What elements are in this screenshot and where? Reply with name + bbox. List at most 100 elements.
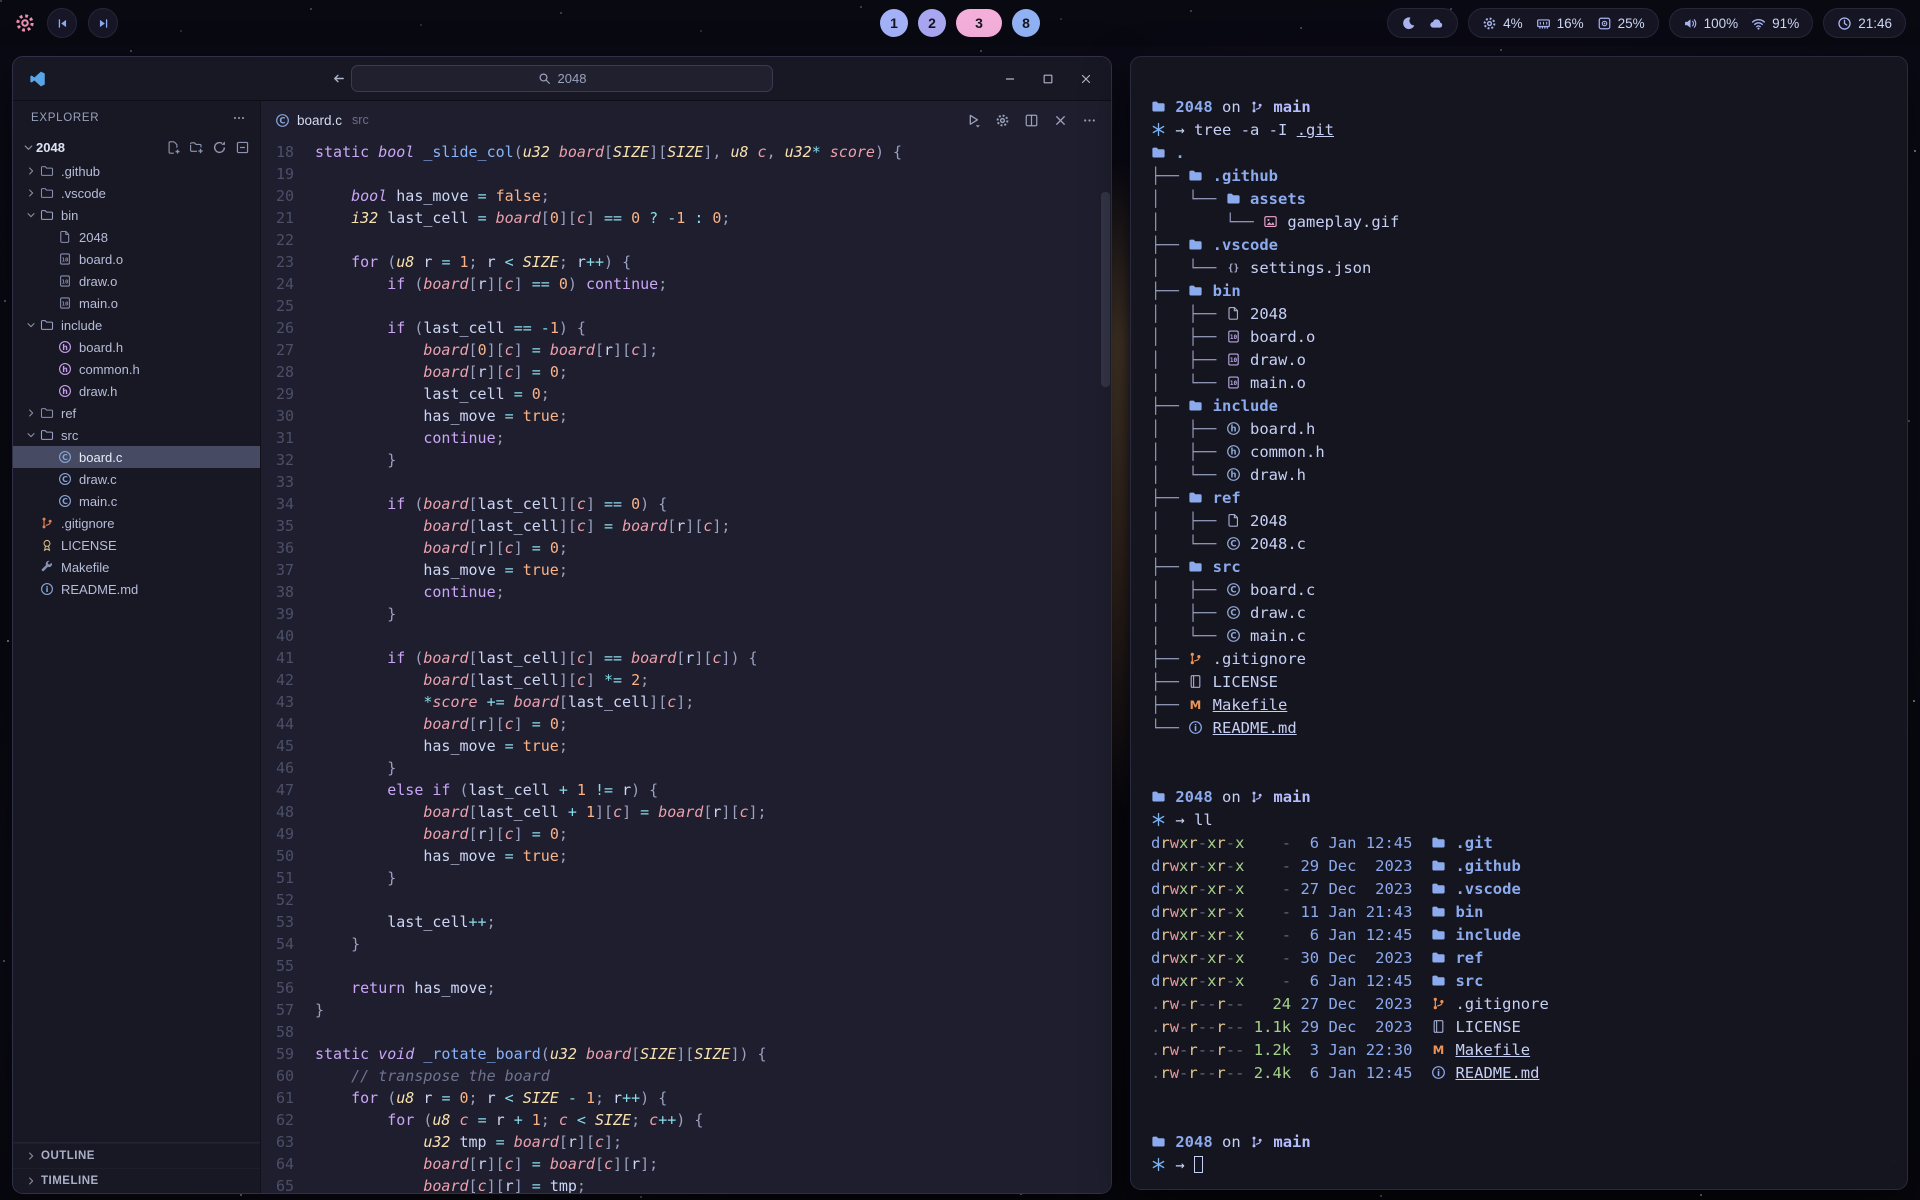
code-editor[interactable]: 18static bool _slide_col(u32 board[SIZE]… <box>261 139 1111 1193</box>
tab-filename[interactable]: board.c <box>297 113 342 128</box>
folder-open-icon <box>40 208 54 222</box>
folder-icon <box>1188 283 1203 298</box>
gear-button[interactable] <box>995 113 1010 128</box>
refresh-button[interactable] <box>212 140 227 155</box>
workspace-1[interactable]: 1 <box>880 9 908 37</box>
explorer-item-.gitignore[interactable]: .gitignore <box>13 512 260 534</box>
image-icon <box>1263 214 1278 229</box>
collapse-all-button[interactable] <box>235 140 250 155</box>
svg-text:h: h <box>62 365 68 374</box>
file-row: .rw-r--r-- 2.4k 6 Jan 12:45 i README.md <box>1151 1062 1887 1085</box>
explorer-item-board.h[interactable]: hboard.h <box>13 336 260 358</box>
explorer-item-LICENSE[interactable]: LICENSE <box>13 534 260 556</box>
item-label: common.h <box>79 362 140 377</box>
svg-text:C: C <box>62 475 68 484</box>
explorer-item-common.h[interactable]: h common.h <box>13 358 260 380</box>
explorer-sidebar: EXPLORER 2048 .github.vscodebin204810boa… <box>13 101 261 1193</box>
editor-actions <box>966 113 1097 128</box>
binary-icon: 10 <box>1226 329 1241 344</box>
folder-icon <box>40 186 54 200</box>
folder-icon <box>1431 927 1446 942</box>
scrollbar-thumb[interactable] <box>1101 192 1110 387</box>
new-file-icon <box>166 140 181 155</box>
run-button[interactable] <box>966 113 981 128</box>
editor-scrollbar[interactable] <box>1101 185 1110 1190</box>
folder-icon <box>1431 904 1446 919</box>
split-editor-button[interactable] <box>1024 113 1039 128</box>
panel-timeline[interactable]: TIMELINE <box>13 1168 260 1193</box>
workspace-2[interactable]: 2 <box>918 9 946 37</box>
explorer-item-.vscode[interactable]: .vscode <box>13 182 260 204</box>
refresh-icon <box>212 140 227 155</box>
explorer-item-main.o[interactable]: 10main.o <box>13 292 260 314</box>
module-audio-network[interactable]: 100%91% <box>1669 8 1814 38</box>
explorer-item-draw.h[interactable]: hdraw.h <box>13 380 260 402</box>
svg-text:{}: {} <box>1228 263 1239 274</box>
chevron-icon <box>26 430 36 440</box>
back-button[interactable] <box>331 70 346 88</box>
panel-outline[interactable]: OUTLINE <box>13 1143 260 1168</box>
terminal-line <box>1151 740 1887 763</box>
more-button[interactable] <box>1082 113 1097 128</box>
line-number: 27 <box>261 339 315 361</box>
readme-icon: i <box>40 582 54 596</box>
explorer-item-src[interactable]: src <box>13 424 260 446</box>
explorer-item-draw.o[interactable]: 10draw.o <box>13 270 260 292</box>
tree-entry: │ └── C main.c <box>1151 625 1887 648</box>
chevron-icon <box>23 188 38 198</box>
module-weather[interactable] <box>1387 8 1458 38</box>
minimize-button[interactable] <box>1003 72 1017 86</box>
code-line-58: 58 <box>261 1021 1111 1043</box>
explorer-item-bin[interactable]: bin <box>13 204 260 226</box>
module-clock[interactable]: 21:46 <box>1823 8 1906 38</box>
editor-titlebar[interactable]: 2048 <box>13 57 1111 101</box>
clock-stat: 21:46 <box>1837 16 1892 31</box>
maximize-button[interactable] <box>1041 72 1055 86</box>
chevron-icon <box>26 320 36 330</box>
collapse-all-icon <box>235 140 250 155</box>
file-h-icon: h <box>58 362 72 376</box>
explorer-item-draw.c[interactable]: Cdraw.c <box>13 468 260 490</box>
project-root-row[interactable]: 2048 <box>13 135 260 160</box>
code-line-35: 35 board[last_cell][c] = board[r][c]; <box>261 515 1111 537</box>
workspace-8[interactable]: 8 <box>1012 9 1040 37</box>
line-number: 41 <box>261 647 315 669</box>
stat-value: 100% <box>1704 16 1739 31</box>
tree-entry: │ └── h draw.h <box>1151 464 1887 487</box>
terminal-window[interactable]: 2048 on main → tree -a -I .git .├── .git… <box>1130 56 1908 1190</box>
workspace-3[interactable]: 3 <box>956 9 1002 37</box>
media-prev-button[interactable] <box>47 8 77 38</box>
folder-icon <box>1151 789 1166 804</box>
file-row: drwxr-xr-x - 6 Jan 12:45 .git <box>1151 832 1887 855</box>
folder-open-icon <box>40 318 54 332</box>
launcher-gear-icon[interactable] <box>14 12 36 34</box>
explorer-item-ref[interactable]: ref <box>13 402 260 424</box>
explorer-item-2048[interactable]: 2048 <box>13 226 260 248</box>
svg-text:C: C <box>1230 539 1236 549</box>
new-file-button[interactable] <box>166 140 181 155</box>
module-system-stats[interactable]: 4%16%25% <box>1468 8 1659 38</box>
explorer-more-icon[interactable] <box>232 111 246 125</box>
command-center-search[interactable]: 2048 <box>351 65 773 92</box>
explorer-item-board.c[interactable]: Cboard.c <box>13 446 260 468</box>
close-button[interactable] <box>1079 72 1093 86</box>
explorer-item-main.c[interactable]: Cmain.c <box>13 490 260 512</box>
line-number: 50 <box>261 845 315 867</box>
line-number: 49 <box>261 823 315 845</box>
item-label: draw.o <box>79 274 117 289</box>
code-line-53: 53 last_cell++; <box>261 911 1111 933</box>
explorer-item-include[interactable]: include <box>13 314 260 336</box>
explorer-item-README.md[interactable]: iREADME.md <box>13 578 260 600</box>
explorer-item-board.o[interactable]: 10board.o <box>13 248 260 270</box>
tree-entry: │ └── gameplay.gif <box>1151 211 1887 234</box>
explorer-item-Makefile[interactable]: Makefile <box>13 556 260 578</box>
explorer-item-.github[interactable]: .github <box>13 160 260 182</box>
close-button[interactable] <box>1053 113 1068 128</box>
line-number: 64 <box>261 1153 315 1175</box>
window-controls <box>1003 72 1111 86</box>
cpu-gear-icon <box>1482 16 1497 31</box>
media-next-button[interactable] <box>88 8 118 38</box>
svg-text:i: i <box>46 584 49 594</box>
new-folder-button[interactable] <box>189 140 204 155</box>
code-line-23: 23 for (u8 r = 1; r < SIZE; r++) { <box>261 251 1111 273</box>
